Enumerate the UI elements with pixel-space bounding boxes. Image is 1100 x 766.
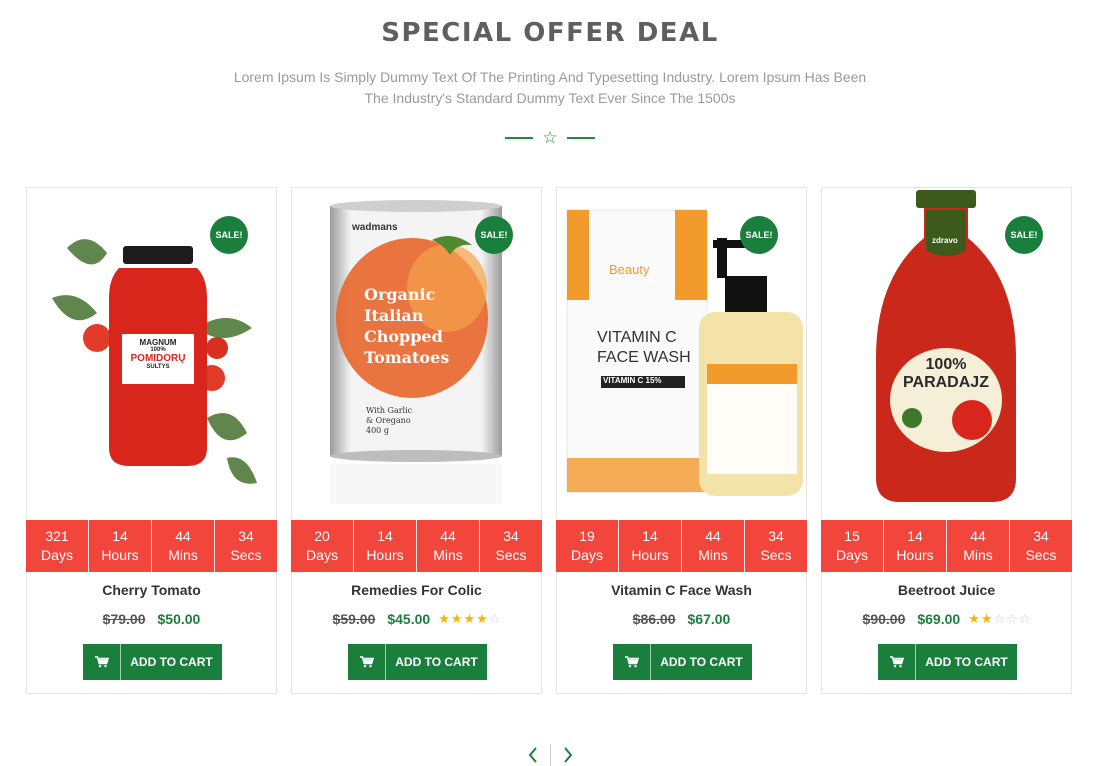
add-to-cart-label: ADD TO CART	[660, 655, 743, 669]
sale-badge: SALE!	[475, 216, 513, 254]
product-name[interactable]: Remedies For Colic	[292, 582, 541, 598]
can-line4: Tomatoes	[364, 348, 450, 367]
countdown-secs: 34 Secs	[744, 520, 807, 572]
section-description: Lorem Ipsum Is Simply Dummy Text Of The …	[233, 69, 867, 106]
bottle-line1: 100%	[925, 356, 967, 373]
star-empty-icon: ☆	[1006, 611, 1018, 627]
cart-icon	[878, 644, 916, 680]
cart-icon	[348, 644, 386, 680]
price-row: $90.00 $69.00 ★ ★ ☆ ☆ ☆	[822, 611, 1071, 627]
sale-badge: SALE!	[740, 216, 778, 254]
can-line1: Organic	[364, 285, 436, 304]
cart-icon	[613, 644, 651, 680]
star-rating: ★ ★ ★ ★ ☆	[438, 612, 500, 627]
countdown-timer: 321 Days 14 Hours 44 Mins 34 Secs	[26, 520, 277, 572]
star-filled-icon: ★	[476, 611, 488, 627]
star-outline-icon: ☆	[542, 127, 558, 148]
countdown-hours: 14 Hours	[353, 520, 416, 572]
countdown-timer: 20 Days 14 Hours 44 Mins 34 Secs	[291, 520, 542, 572]
product-card: wadmans Organic Italian Chopped Tomatoes…	[291, 187, 542, 694]
bottle-brand: zdravo	[932, 236, 958, 245]
price-row: $86.00 $67.00	[557, 611, 806, 627]
star-filled-icon: ★	[450, 611, 463, 627]
add-to-cart-button[interactable]: ADD TO CART	[348, 644, 487, 680]
sale-badge: SALE!	[210, 216, 248, 254]
add-to-cart-button[interactable]: ADD TO CART	[613, 644, 752, 680]
countdown-mins: 44 Mins	[416, 520, 479, 572]
divider-line-left	[505, 137, 533, 139]
countdown-mins: 44 Mins	[151, 520, 214, 572]
new-price: $50.00	[157, 611, 201, 627]
countdown-days: 19 Days	[571, 528, 603, 563]
carousel-pager	[520, 742, 580, 766]
can-brand: wadmans	[352, 222, 398, 233]
product-carousel: MAGNUM 100% POMIDORŲ SULTYS SALE! 321 Day…	[26, 187, 1074, 694]
star-filled-icon: ★	[463, 611, 476, 627]
product-card: zdravo 100% PARADAJZ SALE! 15 Days 14 Hour…	[821, 187, 1072, 694]
old-price: $79.00	[102, 611, 146, 627]
box-line2: FACE WASH	[597, 349, 691, 366]
box-line3: VITAMIN C 15%	[603, 376, 662, 385]
can-line2: Italian	[364, 306, 424, 325]
new-price: $67.00	[687, 611, 731, 627]
can-line6: & Oregano	[366, 416, 411, 425]
title-divider: ☆	[505, 128, 595, 148]
box-brand: Beauty	[609, 262, 650, 277]
price-row: $79.00 $50.00	[27, 611, 276, 627]
product-name[interactable]: Cherry Tomato	[27, 582, 276, 598]
countdown-mins: 44 Mins	[946, 520, 1009, 572]
can-line5: With Garlic	[366, 406, 413, 415]
star-filled-icon: ★	[438, 611, 450, 627]
countdown-days: 20 Days	[306, 528, 338, 563]
countdown-timer: 15 Days 14 Hours 44 Mins 34 Secs	[821, 520, 1072, 572]
box-line1: VITAMIN C	[597, 329, 677, 346]
old-price: $90.00	[862, 611, 906, 627]
chevron-right-icon[interactable]	[561, 745, 575, 765]
add-to-cart-label: ADD TO CART	[395, 655, 478, 669]
can-line7: 400 g	[366, 426, 389, 435]
price-row: $59.00 $45.00 ★ ★ ★ ★ ☆	[292, 611, 541, 627]
countdown-timer: 19 Days 14 Hours 44 Mins 34 Secs	[556, 520, 807, 572]
add-to-cart-button[interactable]: ADD TO CART	[83, 644, 222, 680]
new-price: $69.00	[917, 611, 961, 627]
countdown-days: 15 Days	[836, 528, 868, 563]
section-title: SPECIAL OFFER DEAL	[381, 18, 719, 48]
jar-brand: MAGNUM	[139, 338, 177, 347]
chevron-left-icon[interactable]	[526, 745, 540, 765]
countdown-hours: 14 Hours	[88, 520, 151, 572]
countdown-secs: 34 Secs	[1009, 520, 1072, 572]
countdown-hours: 14 Hours	[883, 520, 946, 572]
star-empty-icon: ☆	[993, 611, 1006, 627]
countdown-hours: 14 Hours	[618, 520, 681, 572]
star-filled-icon: ★	[968, 611, 980, 627]
countdown-mins: 44 Mins	[681, 520, 744, 572]
countdown-secs: 34 Secs	[214, 520, 277, 572]
new-price: $45.00	[387, 611, 431, 627]
countdown-secs: 34 Secs	[479, 520, 542, 572]
add-to-cart-button[interactable]: ADD TO CART	[878, 644, 1017, 680]
star-rating: ★ ★ ☆ ☆ ☆	[968, 612, 1030, 627]
divider-line-right	[567, 137, 595, 139]
sale-badge: SALE!	[1005, 216, 1043, 254]
jar-line3: SULTYS	[146, 364, 170, 370]
cart-icon	[83, 644, 121, 680]
product-card: MAGNUM 100% POMIDORŲ SULTYS SALE! 321 Day…	[26, 187, 277, 694]
jar-line2: POMIDORŲ	[130, 353, 186, 364]
pager-separator	[549, 744, 551, 766]
star-empty-icon: ☆	[1018, 611, 1031, 627]
add-to-cart-label: ADD TO CART	[925, 655, 1008, 669]
star-empty-icon: ☆	[488, 611, 501, 627]
add-to-cart-label: ADD TO CART	[130, 655, 213, 669]
old-price: $86.00	[632, 611, 676, 627]
star-filled-icon: ★	[980, 611, 993, 627]
product-name[interactable]: Vitamin C Face Wash	[557, 582, 806, 598]
product-name[interactable]: Beetroot Juice	[822, 582, 1071, 598]
can-line3: Chopped	[364, 327, 443, 346]
countdown-days: 321 Days	[41, 528, 73, 563]
old-price: $59.00	[332, 611, 376, 627]
bottle-line2: PARADAJZ	[903, 374, 989, 391]
product-card: Beauty VITAMIN C FACE WASH VITAMIN C 15%…	[556, 187, 807, 694]
